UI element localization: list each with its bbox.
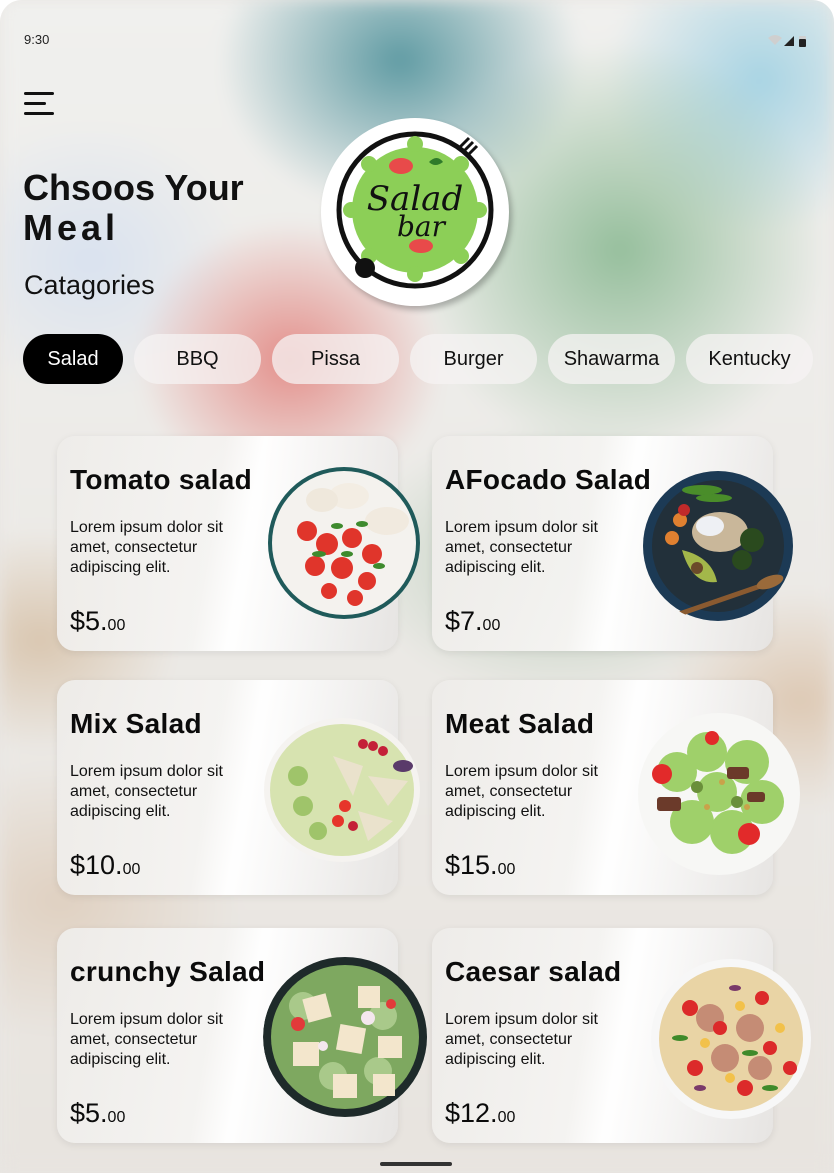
- item-name: Meat Salad: [445, 708, 595, 739]
- crunchy-salad-image: [263, 956, 428, 1118]
- item-description: Lorem ipsum dolor sit amet, consectetur …: [70, 519, 223, 576]
- category-chips: Salad BBQ Pissa Burger Shawarma Kentucky: [23, 334, 813, 384]
- item-name: Tomato salad: [70, 464, 253, 495]
- food-card-afocado[interactable]: AFocado Salad Lorem ipsum dolor sit amet…: [432, 436, 793, 651]
- meat-salad-image: [637, 712, 802, 877]
- title-line-1: Chsoos Your: [23, 167, 244, 208]
- item-name: Mix Salad: [70, 708, 202, 739]
- item-price: $15.00: [445, 850, 516, 880]
- chip-burger[interactable]: Burger: [410, 334, 537, 384]
- food-card-mix[interactable]: Mix Salad Lorem ipsum dolor sit amet, co…: [57, 680, 420, 895]
- chip-shawarma[interactable]: Shawarma: [548, 334, 675, 384]
- page-title: Chsoos Your Meal: [23, 168, 244, 248]
- item-description: Lorem ipsum dolor sit amet, consectetur …: [70, 763, 223, 820]
- signal-battery-icon: [768, 35, 806, 47]
- home-indicator[interactable]: [380, 1162, 452, 1166]
- chip-bbq[interactable]: BBQ: [134, 334, 261, 384]
- status-icons: [766, 33, 808, 47]
- caesar-salad-image: [650, 958, 812, 1120]
- status-time: 9:30: [24, 32, 50, 47]
- logo-graphic: Salad bar: [336, 131, 494, 289]
- title-line-2: Meal: [23, 207, 120, 248]
- item-name: AFocado Salad: [445, 464, 652, 495]
- food-card-caesar[interactable]: Caesar salad Lorem ipsum dolor sit amet,…: [432, 928, 811, 1143]
- item-name: Caesar salad: [445, 956, 622, 987]
- item-description: Lorem ipsum dolor sit amet, consectetur …: [445, 1011, 598, 1068]
- afocado-salad-image: [642, 470, 794, 622]
- chip-pissa[interactable]: Pissa: [272, 334, 399, 384]
- mix-salad-image: [263, 716, 421, 864]
- food-card-crunchy[interactable]: crunchy Salad Lorem ipsum dolor sit amet…: [57, 928, 427, 1143]
- categories-label: Catagories: [24, 270, 155, 300]
- item-description: Lorem ipsum dolor sit amet, consectetur …: [445, 763, 598, 820]
- food-card-meat[interactable]: Meat Salad Lorem ipsum dolor sit amet, c…: [432, 680, 800, 895]
- item-price: $5.00: [70, 606, 126, 636]
- item-price: $12.00: [445, 1098, 516, 1128]
- tomato-salad-image: [267, 466, 421, 620]
- salad-bar-logo: Salad bar: [321, 118, 509, 306]
- food-card-tomato[interactable]: Tomato salad Lorem ipsum dolor sit amet,…: [57, 436, 420, 651]
- app-screen: 9:30 Chsoos Your Meal Catagories Salad b…: [0, 0, 834, 1173]
- item-description: Lorem ipsum dolor sit amet, consectetur …: [70, 1011, 223, 1068]
- menu-icon[interactable]: [24, 92, 54, 118]
- chip-kentucky[interactable]: Kentucky: [686, 334, 813, 384]
- item-price: $7.00: [445, 606, 501, 636]
- item-description: Lorem ipsum dolor sit amet, consectetur …: [445, 519, 598, 576]
- logo-text-bar: bar: [397, 210, 447, 243]
- item-price: $10.00: [70, 850, 141, 880]
- chip-salad[interactable]: Salad: [23, 334, 123, 384]
- item-price: $5.00: [70, 1098, 126, 1128]
- item-name: crunchy Salad: [70, 956, 266, 987]
